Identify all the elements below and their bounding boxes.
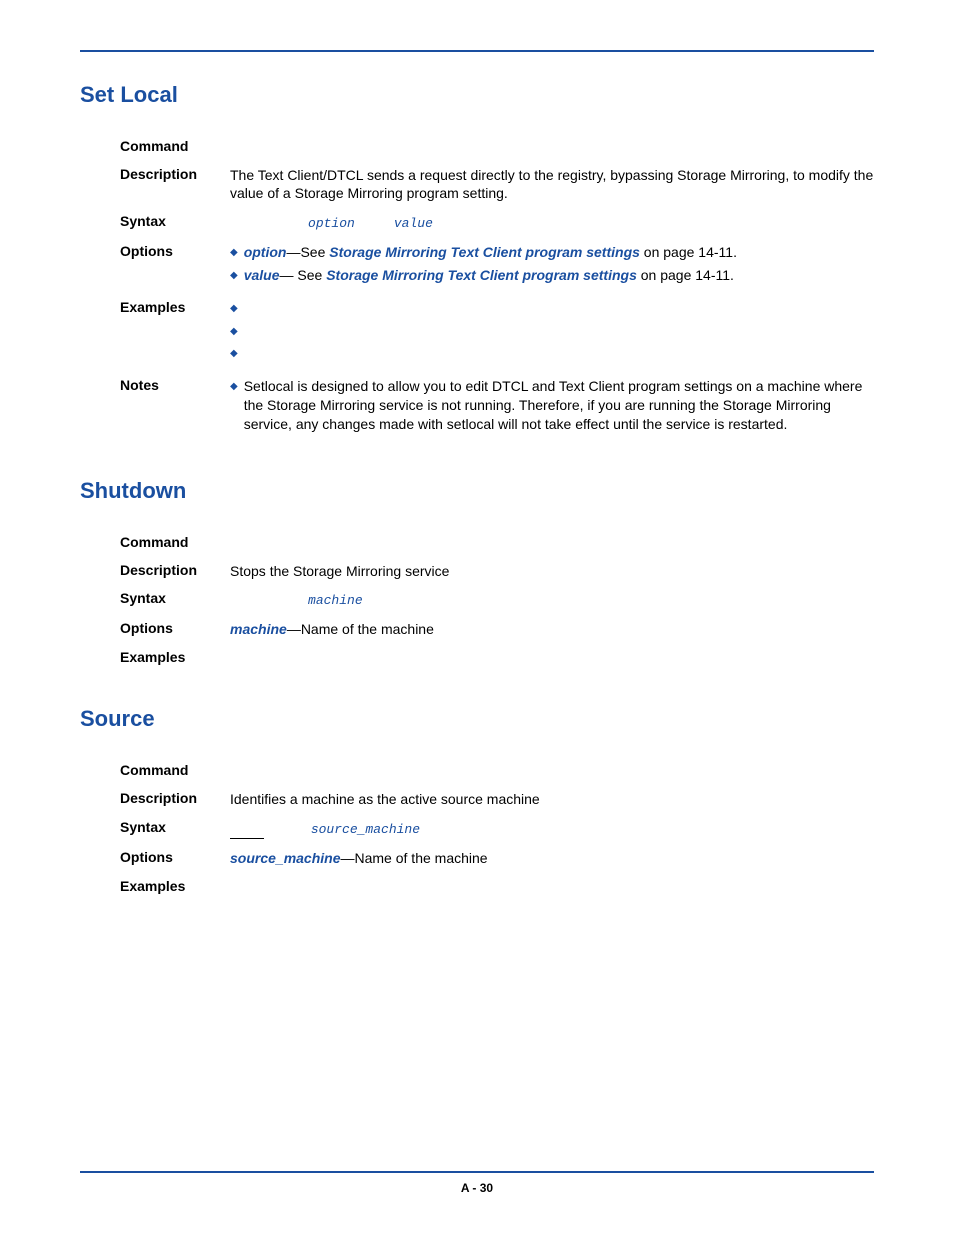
- row-examples: Examples ◆ setlocal netport 1100 ◆ setlo…: [120, 299, 874, 368]
- diamond-icon: ◆: [230, 347, 238, 361]
- row-notes: Notes ◆ Setlocal is designed to allow yo…: [120, 377, 874, 438]
- example-item: ◆ setlocal DefaultAddress 10: [230, 322, 874, 341]
- row-command: Command SOURCE: [120, 762, 874, 780]
- row-options: Options machine—Name of the machine: [120, 620, 874, 639]
- value-options: machine—Name of the machine: [230, 620, 874, 639]
- label-description: Description: [120, 166, 230, 182]
- label-syntax: Syntax: [120, 819, 230, 835]
- option-keyword: option: [244, 244, 287, 260]
- value-options: source_machine—Name of the machine: [230, 849, 874, 868]
- section-heading-shutdown: Shutdown: [80, 478, 874, 504]
- label-syntax: Syntax: [120, 213, 230, 229]
- section-heading-source: Source: [80, 706, 874, 732]
- notes-text: Setlocal is designed to allow you to edi…: [244, 377, 874, 434]
- example-item: ◆ setlocal movetarget 1: [230, 344, 874, 363]
- option-link[interactable]: Storage Mirroring Text Client program se…: [326, 267, 637, 283]
- section-body-shutdown: Command SHUTDOWN Description Stops the S…: [120, 534, 874, 666]
- page-footer: A - 30: [80, 1171, 874, 1195]
- option-link[interactable]: Storage Mirroring Text Client program se…: [329, 244, 640, 260]
- row-examples: Examples shutdown indy: [120, 649, 874, 667]
- bottom-rule: [80, 1171, 874, 1173]
- diamond-icon: ◆: [230, 302, 238, 316]
- option-text: —Name of the machine: [341, 850, 488, 866]
- value-command: SETLOCAL: [230, 138, 874, 156]
- section-heading-set-local: Set Local: [80, 82, 874, 108]
- value-command: SHUTDOWN: [230, 534, 874, 552]
- option-keyword: source_machine: [230, 850, 341, 866]
- diamond-icon: ◆: [230, 269, 238, 283]
- value-examples: ◆ setlocal netport 1100 ◆ setlocal Defau…: [230, 299, 874, 368]
- row-description: Description The Text Client/DTCL sends a…: [120, 166, 874, 204]
- row-options: Options ◆ option—See Storage Mirroring T…: [120, 243, 874, 289]
- label-command: Command: [120, 138, 230, 154]
- syntax-arg: source_machine: [311, 822, 420, 837]
- label-examples: Examples: [120, 299, 230, 315]
- label-options: Options: [120, 243, 230, 259]
- option-post: on page 14-11.: [637, 267, 734, 283]
- example-text: setlocal netport 1100: [244, 299, 420, 318]
- option-item: ◆ option—See Storage Mirroring Text Clie…: [230, 243, 874, 262]
- option-pre: —See: [286, 244, 329, 260]
- page-number: A - 30: [80, 1181, 874, 1195]
- value-examples: shutdown indy: [230, 649, 874, 667]
- row-description: Description Identifies a machine as the …: [120, 790, 874, 809]
- label-description: Description: [120, 562, 230, 578]
- value-description: The Text Client/DTCL sends a request dir…: [230, 166, 874, 204]
- option-pre: — See: [280, 267, 327, 283]
- value-notes: ◆ Setlocal is designed to allow you to e…: [230, 377, 874, 438]
- row-syntax: Syntax SETLOCAL option value: [120, 213, 874, 233]
- top-rule: [80, 50, 874, 52]
- section-body-source: Command SOURCE Description Identifies a …: [120, 762, 874, 895]
- value-syntax: SHUTDOWN machine: [230, 590, 874, 610]
- label-command: Command: [120, 534, 230, 550]
- row-command: Command SHUTDOWN: [120, 534, 874, 552]
- section-body-set-local: Command SETLOCAL Description The Text Cl…: [120, 138, 874, 438]
- value-syntax: source_machine: [230, 819, 874, 840]
- row-command: Command SETLOCAL: [120, 138, 874, 156]
- value-command: SOURCE: [230, 762, 874, 780]
- value-examples: source indy: [230, 878, 874, 896]
- diamond-icon: ◆: [230, 325, 238, 339]
- option-keyword: machine: [230, 621, 287, 637]
- row-examples: Examples source indy: [120, 878, 874, 896]
- syntax-cmd: SETLOCAL: [230, 216, 292, 231]
- page: Set Local Command SETLOCAL Description T…: [0, 0, 954, 1235]
- label-description: Description: [120, 790, 230, 806]
- option-post: on page 14-11.: [640, 244, 737, 260]
- syntax-arg: value: [394, 216, 433, 231]
- syntax-cmd: SHUTDOWN: [230, 593, 292, 608]
- label-examples: Examples: [120, 649, 230, 665]
- example-text: setlocal movetarget 1: [244, 344, 420, 363]
- label-command: Command: [120, 762, 230, 778]
- example-item: ◆ setlocal netport 1100: [230, 299, 874, 318]
- diamond-icon: ◆: [230, 380, 238, 394]
- label-notes: Notes: [120, 377, 230, 393]
- row-syntax: Syntax SHUTDOWN machine: [120, 590, 874, 610]
- example-text: setlocal DefaultAddress 10: [244, 322, 462, 341]
- syntax-arg: option: [308, 216, 355, 231]
- row-options: Options source_machine—Name of the machi…: [120, 849, 874, 868]
- label-examples: Examples: [120, 878, 230, 894]
- value-description: Stops the Storage Mirroring service: [230, 562, 874, 581]
- value-options: ◆ option—See Storage Mirroring Text Clie…: [230, 243, 874, 289]
- label-options: Options: [120, 849, 230, 865]
- value-description: Identifies a machine as the active sourc…: [230, 790, 874, 809]
- diamond-icon: ◆: [230, 246, 238, 260]
- row-description: Description Stops the Storage Mirroring …: [120, 562, 874, 581]
- label-syntax: Syntax: [120, 590, 230, 606]
- value-syntax: SETLOCAL option value: [230, 213, 874, 233]
- syntax-arg: machine: [308, 593, 363, 608]
- option-keyword: value: [244, 267, 280, 283]
- option-item: ◆ value— See Storage Mirroring Text Clie…: [230, 266, 874, 285]
- option-text: —Name of the machine: [287, 621, 434, 637]
- row-syntax: Syntax source_machine: [120, 819, 874, 840]
- label-options: Options: [120, 620, 230, 636]
